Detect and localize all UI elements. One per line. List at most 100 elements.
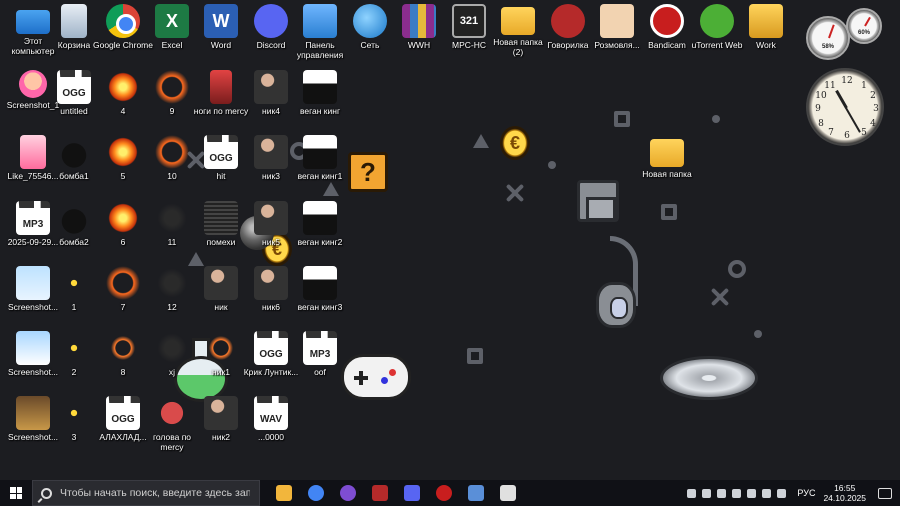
- cpu-percent: 58%: [821, 44, 834, 50]
- desktop-icon-wav-0000[interactable]: WAV ...0000: [240, 396, 302, 442]
- file-6-icon: [106, 201, 140, 235]
- nik-icon: [204, 266, 238, 300]
- desktop-icon-new-folder[interactable]: Новая папка: [636, 136, 698, 179]
- windows-logo-icon: [10, 487, 22, 499]
- golova-icon: [155, 396, 189, 430]
- question-block-sprite: ?: [348, 152, 388, 192]
- nik3-icon: [254, 135, 288, 169]
- explorer-icon: [276, 485, 292, 501]
- volume-icon[interactable]: [777, 488, 787, 498]
- discord-icon: [404, 485, 420, 501]
- network-icon[interactable]: [762, 488, 772, 498]
- taskbar-app-mpc[interactable]: [492, 480, 524, 506]
- desktop-icon-work[interactable]: Work: [735, 4, 797, 50]
- taskbar-app-bandicam[interactable]: [428, 480, 460, 506]
- wallpaper-sq-shape: [467, 348, 483, 364]
- nogi-icon: [210, 70, 232, 104]
- console-box-sprite: [577, 180, 619, 222]
- file-5-icon: [106, 135, 140, 169]
- chrome-icon: [308, 485, 324, 501]
- file-8-icon: [106, 331, 140, 365]
- clock-gadget[interactable]: 12 3 6 9 1 2 4 5 7 8 10 11: [806, 68, 884, 146]
- file-7-icon: [106, 266, 140, 300]
- memory-percent: 60%: [857, 30, 870, 36]
- desktop-icon-vegan-king1[interactable]: веган кинг1: [289, 135, 351, 181]
- file-2-icon: [57, 331, 91, 365]
- wallpaper-tri-shape: [473, 134, 489, 148]
- coin-sprite: €: [500, 126, 530, 160]
- search-input[interactable]: [60, 487, 250, 499]
- wallpaper-x-shape: [505, 183, 525, 203]
- system-tray: РУС 16:55 24.10.2025: [684, 480, 900, 506]
- pen-icon[interactable]: [687, 488, 697, 498]
- desktop[interactable]: ? € € Этот компьютер Корзина Google Chrome…: [0, 0, 900, 480]
- file-xj-icon: [155, 331, 189, 365]
- desktop-icon-label: веган кинг2: [297, 237, 343, 247]
- razvlya-icon: [600, 4, 634, 38]
- taskbar: РУС 16:55 24.10.2025: [0, 480, 900, 506]
- govorilka-icon: [372, 485, 388, 501]
- desktop-icon-vegan-king2[interactable]: веган кинг2: [289, 201, 351, 247]
- gamepad-sprite: [341, 354, 411, 400]
- start-button[interactable]: [0, 480, 32, 506]
- taskbar-app-discord[interactable]: [396, 480, 428, 506]
- record-icon[interactable]: [732, 488, 742, 498]
- wwh-icon: [402, 4, 436, 38]
- taskbar-pinned-apps: [268, 480, 524, 506]
- desktop-icon-vegan-king3[interactable]: веган кинг3: [289, 266, 351, 312]
- file-3-icon: [57, 396, 91, 430]
- utorrent-icon: [700, 4, 734, 38]
- vegan-king1-icon: [303, 135, 337, 169]
- file-10-icon: [155, 135, 189, 169]
- taskbar-app-monitor[interactable]: [460, 480, 492, 506]
- discord-tray-icon[interactable]: [747, 488, 757, 498]
- wallpaper-tri-shape: [188, 252, 204, 266]
- cpu-gauge-gadget[interactable]: 58%: [806, 16, 850, 60]
- word-icon: W: [204, 4, 238, 38]
- desktop-icon-vegan-king[interactable]: веган кинг: [289, 70, 351, 116]
- wallpaper-dot-shape: [712, 115, 720, 123]
- govorilka-icon: [551, 4, 585, 38]
- wallpaper-dot-shape: [754, 330, 762, 338]
- desktop-icon-label: веган кинг1: [297, 171, 343, 181]
- taskbar-app-tor[interactable]: [332, 480, 364, 506]
- wifi-icon[interactable]: [717, 488, 727, 498]
- nik2-icon: [204, 396, 238, 430]
- wallpaper-sq-shape: [661, 204, 677, 220]
- taskbar-app-chrome[interactable]: [300, 480, 332, 506]
- discord-icon: [254, 4, 288, 38]
- chrome-icon: [106, 4, 140, 38]
- wallpaper-x-shape: [710, 287, 730, 307]
- taskbar-app-govorilka[interactable]: [364, 480, 396, 506]
- desktop-icon-oof[interactable]: MP3 oof: [289, 331, 351, 377]
- nik4-icon: [254, 70, 288, 104]
- search-icon: [41, 487, 52, 499]
- bandicam-icon: [650, 4, 684, 38]
- taskbar-search-box[interactable]: [32, 480, 260, 506]
- notification-center-icon[interactable]: [878, 487, 892, 499]
- taskbar-clock[interactable]: 16:55 24.10.2025: [823, 483, 866, 503]
- vegan-king3-icon: [303, 266, 337, 300]
- wallpaper-circ-shape: [728, 260, 746, 278]
- recycle-bin-icon: [61, 4, 87, 38]
- control-panel-icon: [303, 4, 337, 38]
- network-icon: [353, 4, 387, 38]
- wallpaper-tri-shape: [323, 182, 339, 196]
- oof-icon: MP3: [303, 331, 337, 365]
- hit-icon: OGG: [204, 135, 238, 169]
- desktop-icon-label: веган кинг: [299, 106, 341, 116]
- nik5-icon: [254, 201, 288, 235]
- memory-gauge-gadget[interactable]: 60%: [846, 8, 882, 44]
- language-indicator[interactable]: РУС: [797, 488, 815, 498]
- file-4-icon: [106, 70, 140, 104]
- bluetooth-icon[interactable]: [702, 488, 712, 498]
- controller-pod-sprite: [596, 282, 636, 328]
- wallpaper-sq-shape: [614, 111, 630, 127]
- taskbar-app-explorer[interactable]: [268, 480, 300, 506]
- krik-icon: OGG: [254, 331, 288, 365]
- untitled-icon: OGG: [57, 70, 91, 104]
- file-9-icon: [155, 70, 189, 104]
- clock-date: 24.10.2025: [823, 493, 866, 503]
- disc-sprite: [660, 356, 758, 400]
- vegan-king-icon: [303, 70, 337, 104]
